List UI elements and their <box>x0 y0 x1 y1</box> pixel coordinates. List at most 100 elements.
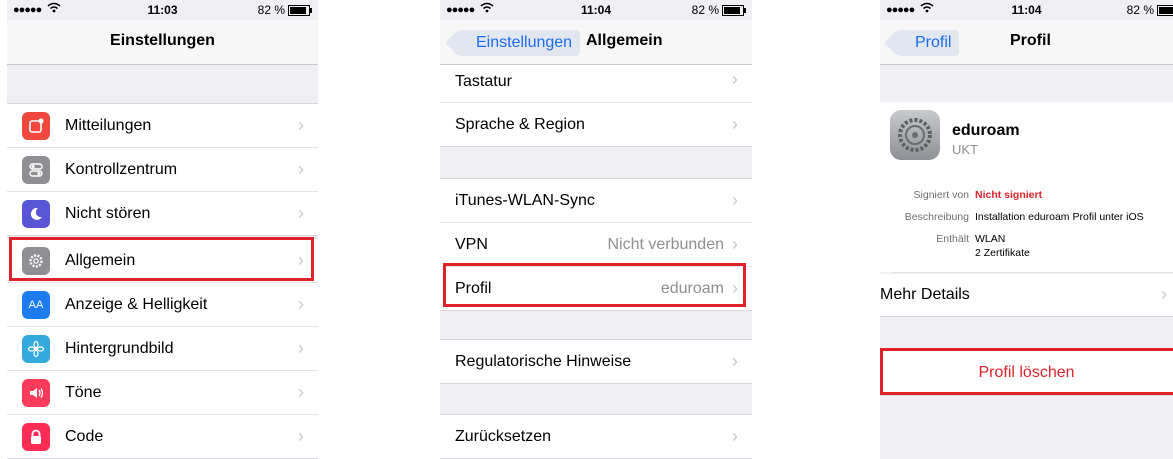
item-label: Kontrollzentrum <box>65 160 178 178</box>
signed-value: Nicht signiert <box>975 189 1043 201</box>
settings-item-allgemein[interactable]: Allgemein › <box>7 239 318 283</box>
back-button[interactable]: Profil <box>897 30 960 56</box>
item-label: Anzeige & Helligkeit <box>65 295 208 313</box>
battery-indicator: 82 % <box>691 3 746 17</box>
settings-item-anzeige[interactable]: AA Anzeige & Helligkeit › <box>7 283 318 327</box>
notifications-icon <box>22 111 50 140</box>
vpn-status: Nicht verbunden <box>607 235 724 253</box>
status-bar: ●●●●● 11:03 82 % <box>7 0 318 20</box>
nav-title: Allgemein <box>586 32 663 49</box>
item-label: Sprache & Region <box>455 115 585 133</box>
nav-title: Profil <box>1010 32 1051 49</box>
chevron-right-icon: › <box>298 115 304 135</box>
chevron-right-icon: › <box>298 294 304 314</box>
display-brightness-icon: AA <box>22 290 50 319</box>
settings-item-mitteilungen[interactable]: Mitteilungen › <box>7 104 318 148</box>
contains-value-1: WLAN <box>975 233 1006 245</box>
item-label: Zurücksetzen <box>455 427 552 445</box>
settings-item-toene[interactable]: Töne › <box>7 371 318 415</box>
divider <box>892 272 1173 273</box>
sounds-icon <box>22 378 50 407</box>
profile-organization: UKT <box>952 142 978 157</box>
item-label: iTunes-WLAN-Sync <box>455 191 595 209</box>
delete-profile-label: Profil löschen <box>978 364 1075 381</box>
delete-profile-button[interactable]: Profil löschen <box>880 350 1173 396</box>
item-label: VPN <box>455 235 488 253</box>
item-label: Töne <box>65 383 102 401</box>
status-bar: ●●●●● 11:04 82 % <box>440 0 752 20</box>
navigation-bar: Profil Profil <box>880 20 1173 65</box>
contains-value-2: 2 Zertifikate <box>975 247 1030 259</box>
chevron-right-icon: › <box>732 426 738 446</box>
info-contains: Enthält WLAN <box>880 233 1173 247</box>
settings-item-code[interactable]: Code › <box>7 415 318 458</box>
passcode-icon <box>22 422 50 451</box>
item-label: Hintergrundbild <box>65 339 174 357</box>
settings-item-hintergrundbild[interactable]: Hintergrundbild › <box>7 327 318 371</box>
item-label: Nicht stören <box>65 204 151 222</box>
chevron-right-icon: › <box>732 114 738 134</box>
item-label: Profil <box>455 279 492 297</box>
chevron-right-icon: › <box>732 68 738 89</box>
battery-indicator: 82 % <box>257 3 312 17</box>
profile-screen: ●●●●● 11:04 82 % Profil Profil eduroam U… <box>880 0 1173 459</box>
chevron-right-icon: › <box>298 203 304 223</box>
chevron-right-icon: › <box>1161 284 1167 304</box>
info-description: Beschreibung Installation eduroam Profil… <box>880 211 1173 225</box>
battery-percent: 82 % <box>257 3 285 17</box>
general-group-keyboard: Tastatur › Sprache & Region › <box>440 56 752 147</box>
back-label: Profil <box>915 34 952 51</box>
general-item-sprache-region[interactable]: Sprache & Region › <box>440 103 752 146</box>
chevron-right-icon: › <box>732 234 738 254</box>
more-details-row[interactable]: Mehr Details › <box>880 274 1173 317</box>
general-group-reset: Zurücksetzen › <box>440 414 752 459</box>
battery-percent: 82 % <box>691 3 719 17</box>
settings-item-kontrollzentrum[interactable]: Kontrollzentrum › <box>7 148 318 192</box>
status-bar: ●●●●● 11:04 82 % <box>880 0 1173 20</box>
settings-screen: ●●●●● 11:03 82 % Einstellungen Mitteilun… <box>7 0 318 459</box>
nav-title: Einstellungen <box>110 32 215 49</box>
chevron-right-icon: › <box>298 338 304 358</box>
item-label: Tastatur <box>455 73 512 90</box>
general-item-itunes-wlan-sync[interactable]: iTunes-WLAN-Sync › <box>440 179 752 223</box>
chevron-right-icon: › <box>298 250 304 270</box>
description-key: Beschreibung <box>904 211 969 223</box>
item-label: Regulatorische Hinweise <box>455 352 632 370</box>
general-group-regulatory: Regulatorische Hinweise › <box>440 339 752 384</box>
battery-percent: 82 % <box>1126 3 1154 17</box>
info-signed: Signiert von Nicht signiert <box>880 189 1173 203</box>
general-item-vpn[interactable]: VPN Nicht verbunden › <box>440 223 752 267</box>
profile-value: eduroam <box>660 279 724 297</box>
navigation-bar: Einstellungen Allgemein <box>440 20 752 65</box>
control-center-icon <box>22 155 50 184</box>
general-item-regulatorische-hinweise[interactable]: Regulatorische Hinweise › <box>440 340 752 383</box>
settings-group-notifications: Mitteilungen › Kontrollzentrum › Nicht s… <box>7 103 318 236</box>
general-item-zuruecksetzen[interactable]: Zurücksetzen › <box>440 415 752 458</box>
contains-key: Enthält <box>936 233 969 245</box>
battery-icon <box>288 4 312 16</box>
general-item-profil[interactable]: Profil eduroam › <box>440 267 752 310</box>
battery-icon <box>1157 4 1173 16</box>
settings-app-icon <box>890 110 940 160</box>
chevron-right-icon: › <box>732 190 738 210</box>
moon-icon <box>22 199 50 228</box>
chevron-right-icon: › <box>298 382 304 402</box>
description-value: Installation eduroam Profil unter iOS <box>975 211 1144 223</box>
more-details-label: Mehr Details <box>880 286 970 303</box>
item-label: Mitteilungen <box>65 116 152 134</box>
back-label: Einstellungen <box>476 34 573 51</box>
profile-name: eduroam <box>952 122 1020 139</box>
battery-icon <box>722 4 746 16</box>
profile-header: eduroam UKT <box>880 102 1173 172</box>
settings-group-general: Allgemein › AA Anzeige & Helligkeit › Hi… <box>7 238 318 459</box>
chevron-right-icon: › <box>298 159 304 179</box>
navigation-bar: Einstellungen <box>7 20 318 65</box>
battery-indicator: 82 % <box>1127 3 1173 17</box>
chevron-right-icon: › <box>732 351 738 371</box>
chevron-right-icon: › <box>298 426 304 446</box>
settings-item-nicht-stoeren[interactable]: Nicht stören › <box>7 192 318 235</box>
general-screen: ●●●●● 11:04 82 % Tastatur › Sprache & Re… <box>440 0 752 459</box>
wallpaper-icon <box>22 334 50 363</box>
back-button[interactable]: Einstellungen <box>458 30 581 56</box>
general-group-sync: iTunes-WLAN-Sync › VPN Nicht verbunden ›… <box>440 178 752 311</box>
